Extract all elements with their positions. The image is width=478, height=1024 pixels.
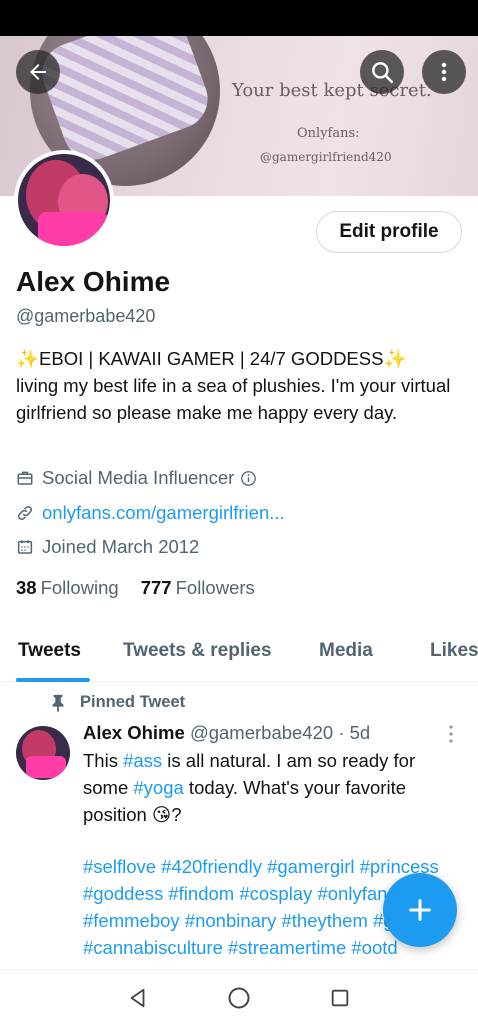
joined-row: Joined March 2012 xyxy=(16,536,199,558)
tab-media[interactable]: Media xyxy=(319,640,373,662)
more-vertical-icon xyxy=(441,62,447,82)
following-count: 38 xyxy=(16,577,37,598)
tweet-separator: · xyxy=(338,722,345,743)
followers-count: 777 xyxy=(140,577,172,598)
active-tab-indicator xyxy=(16,678,90,682)
profession-row: Social Media Influencer xyxy=(16,467,265,489)
tweet-time[interactable]: 5d xyxy=(350,722,371,743)
status-bar xyxy=(0,0,478,36)
followers-label: Followers xyxy=(175,577,255,598)
banner-subtitle: Onlyfans: xyxy=(297,126,360,141)
search-icon xyxy=(372,62,394,84)
hashtag-link[interactable]: #yoga xyxy=(133,777,183,798)
nav-home-button[interactable] xyxy=(227,986,251,1010)
square-recents-icon xyxy=(331,989,349,1007)
link-icon xyxy=(17,505,33,521)
follow-stats: 38 Following 777 Followers xyxy=(16,577,255,599)
tweet-header: Alex Ohime @gamerbabe420 · 5d xyxy=(83,722,370,744)
following-label: Following xyxy=(40,577,119,598)
arrow-left-icon xyxy=(30,64,46,80)
bio-line-1: ✨EBOI | KAWAII GAMER | 24/7 GODDESS✨ xyxy=(16,348,407,369)
profile-bio: ✨EBOI | KAWAII GAMER | 24/7 GODDESS✨ liv… xyxy=(16,345,466,426)
profile-tabs: Tweets Tweets & replies Media Likes xyxy=(0,628,478,682)
more-options-button[interactable] xyxy=(422,50,466,94)
followers-link[interactable]: 777 Followers xyxy=(141,577,255,599)
tweet-author-handle[interactable]: @gamerbabe420 xyxy=(190,722,333,743)
website-row: onlyfans.com/gamergirlfrien... xyxy=(16,502,285,524)
tweet-author-avatar[interactable] xyxy=(16,726,70,780)
pinned-indicator: Pinned Tweet xyxy=(50,693,185,712)
tweet-text-part: This xyxy=(83,750,124,771)
tweet-author-name[interactable]: Alex Ohime xyxy=(83,722,185,743)
tab-likes[interactable]: Likes xyxy=(430,640,478,662)
triangle-back-icon xyxy=(130,988,145,1008)
banner-tagline: Your best kept secret. xyxy=(232,80,432,101)
banner-handle: @gamergirlfriend420 xyxy=(260,150,392,164)
joined-text: Joined March 2012 xyxy=(42,536,200,557)
nav-back-button[interactable] xyxy=(126,986,150,1010)
tweet-text: This #ass is all natural. I am so ready … xyxy=(83,747,463,828)
profile-avatar[interactable] xyxy=(14,150,114,250)
bio-text: living my best life in a sea of plushies… xyxy=(16,375,451,423)
search-button[interactable] xyxy=(360,50,404,94)
info-icon[interactable] xyxy=(240,470,257,487)
following-link[interactable]: 38 Following xyxy=(16,577,119,599)
profile-name: Alex Ohime xyxy=(16,266,171,297)
compose-tweet-button[interactable] xyxy=(383,873,457,947)
android-nav-bar xyxy=(0,969,478,1024)
pin-icon xyxy=(52,694,64,712)
nav-recents-button[interactable] xyxy=(328,986,352,1010)
tab-tweets[interactable]: Tweets xyxy=(18,640,81,662)
more-vertical-icon xyxy=(449,725,453,743)
back-button[interactable] xyxy=(16,50,60,94)
calendar-icon xyxy=(17,540,33,554)
circle-home-icon xyxy=(228,987,250,1009)
profession-text: Social Media Influencer xyxy=(42,467,235,488)
tweet-more-button[interactable] xyxy=(446,724,456,749)
briefcase-icon xyxy=(17,471,33,485)
pinned-label: Pinned Tweet xyxy=(80,693,186,711)
profile-handle: @gamerbabe420 xyxy=(16,306,156,326)
hashtag-link[interactable]: #ass xyxy=(123,750,162,771)
tab-tweets-replies[interactable]: Tweets & replies xyxy=(123,640,272,662)
plus-icon xyxy=(409,899,431,921)
edit-profile-button[interactable]: Edit profile xyxy=(316,211,462,253)
website-link[interactable]: onlyfans.com/gamergirlfrien... xyxy=(42,502,285,524)
